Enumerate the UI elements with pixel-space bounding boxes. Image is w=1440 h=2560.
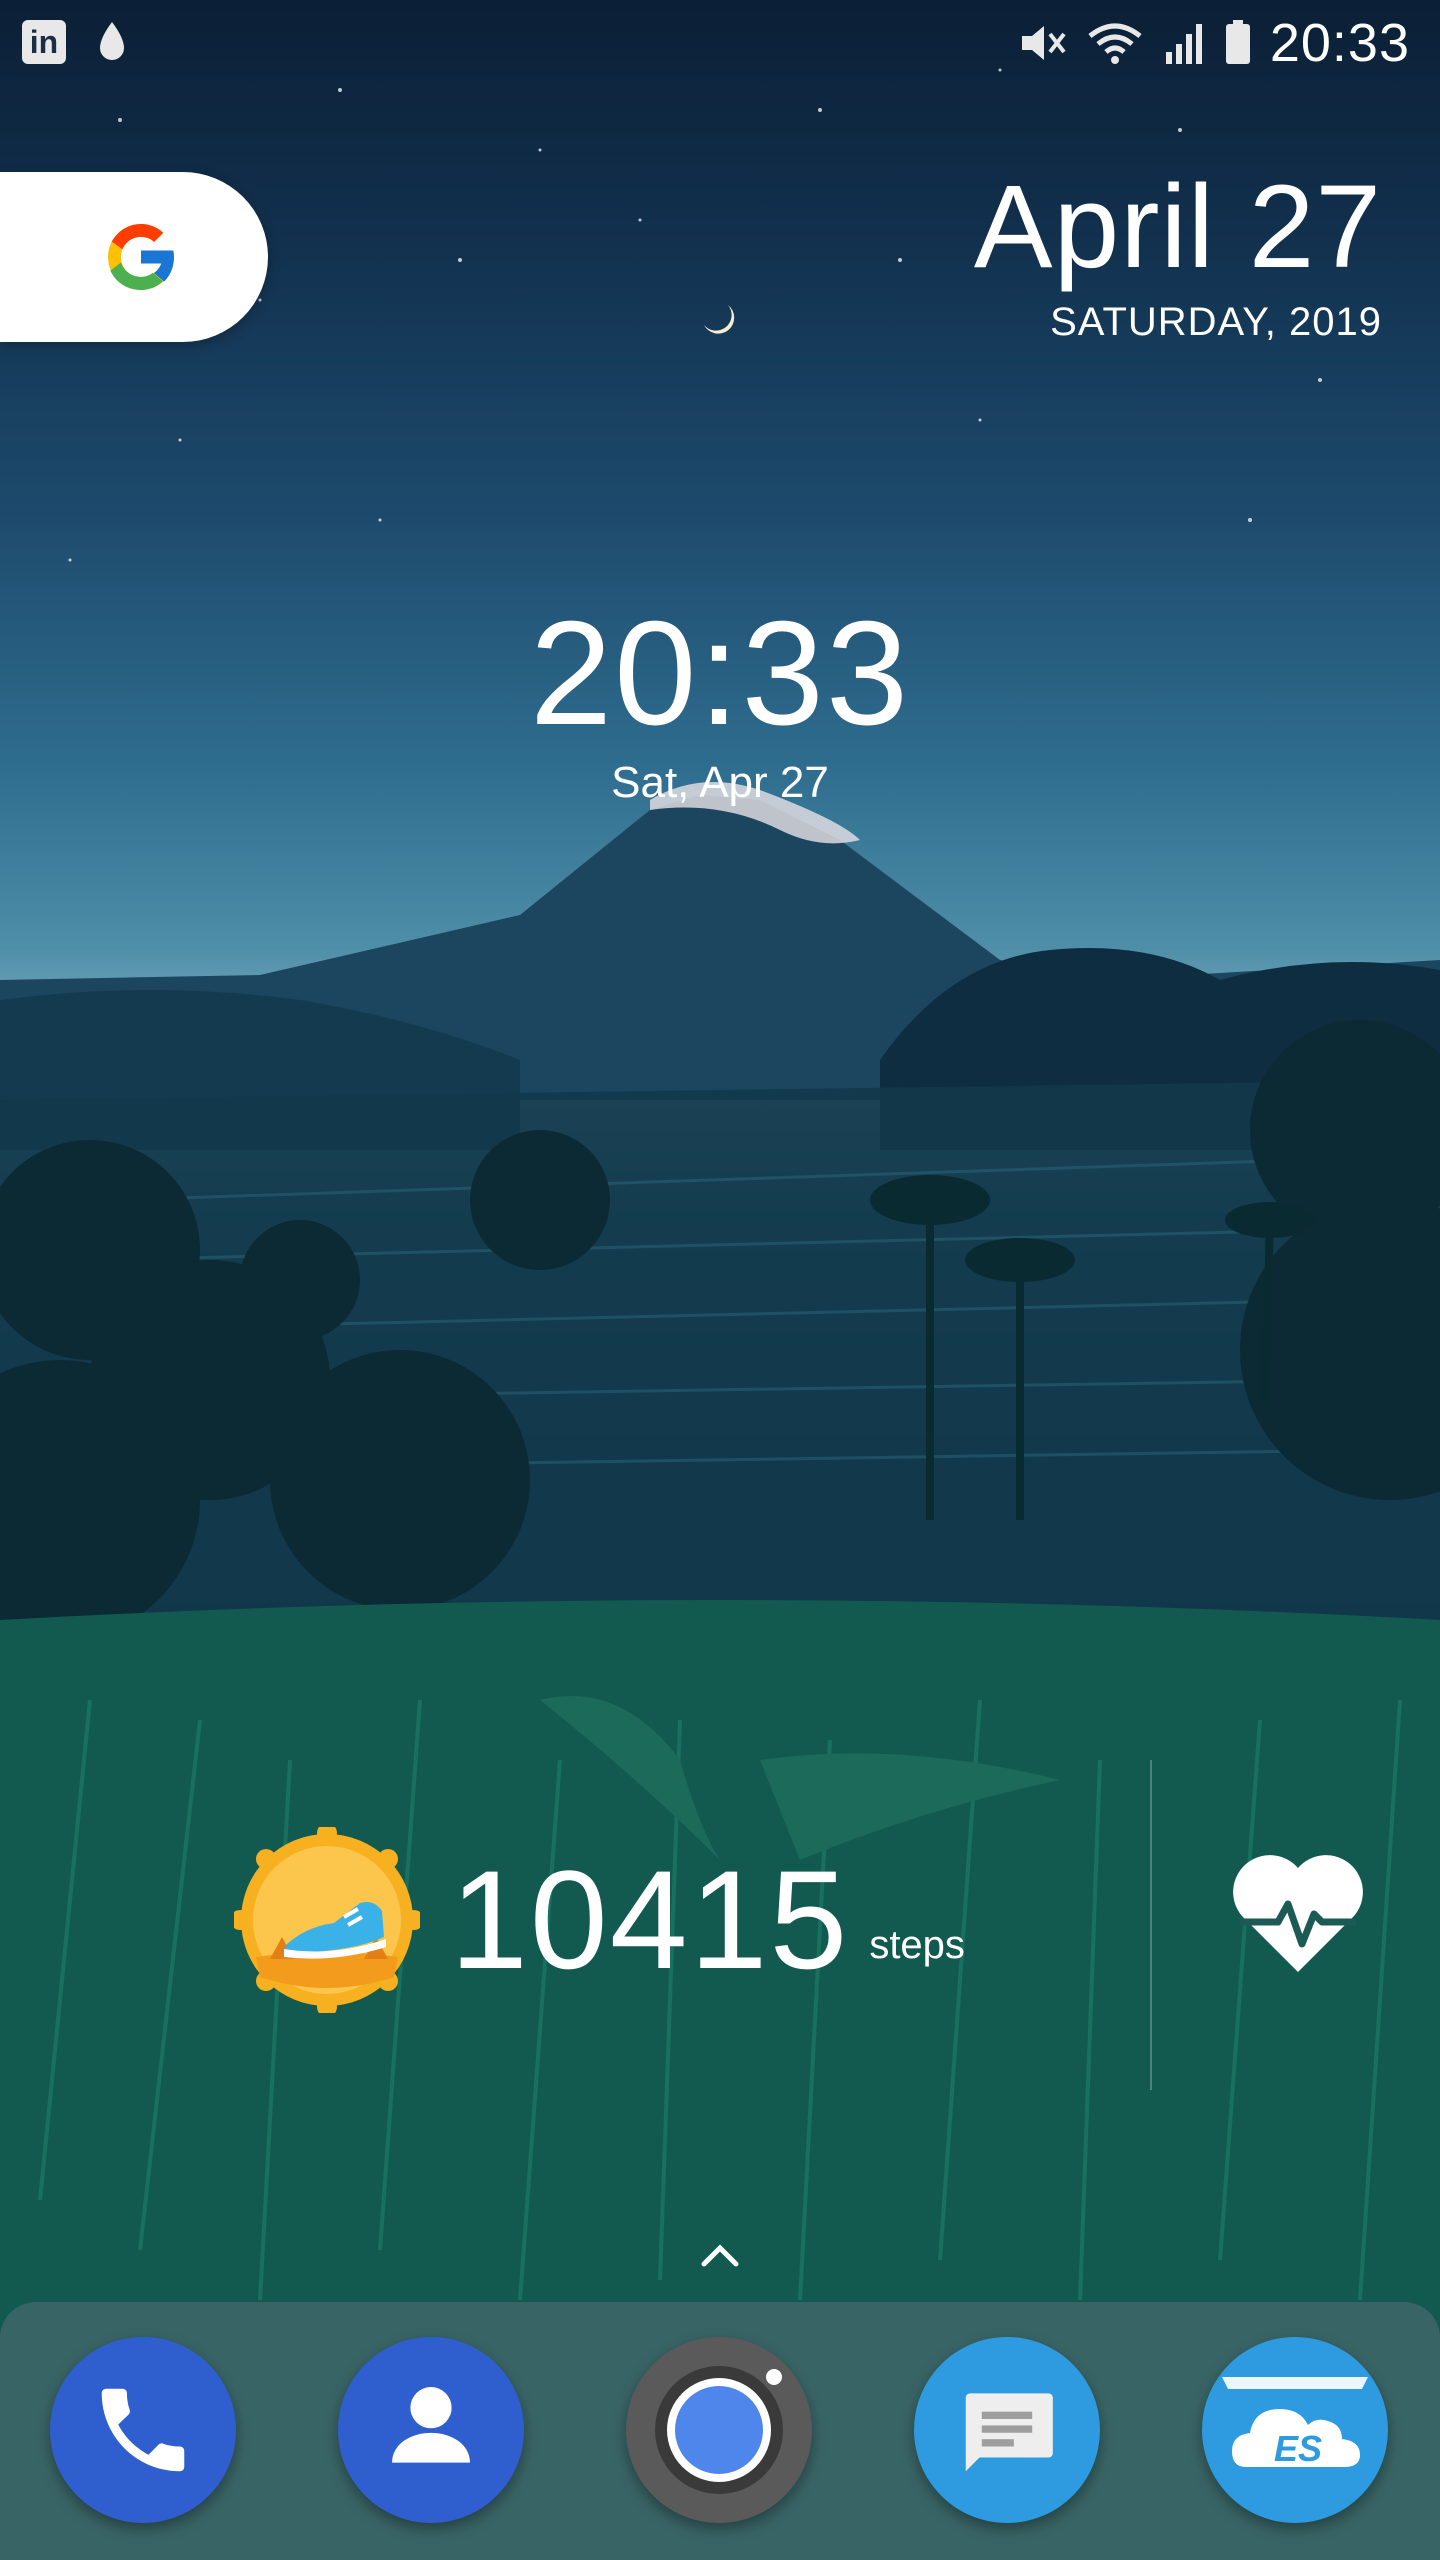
contacts-app[interactable] [338, 2337, 524, 2523]
sneaker-badge-icon [234, 1827, 420, 2013]
es-file-explorer-app[interactable]: ES [1202, 2337, 1388, 2523]
phone-icon [101, 2388, 185, 2472]
date-large: April 27 [973, 161, 1382, 293]
widget-divider [1150, 1760, 1152, 2090]
status-bar: in 20:33 [0, 0, 1440, 84]
heart-pulse-icon[interactable] [1228, 1852, 1368, 1976]
chevron-up-icon[interactable] [700, 2240, 740, 2268]
mute-icon [1021, 26, 1066, 60]
wifi-icon [1088, 23, 1142, 64]
messages-app[interactable] [914, 2337, 1100, 2523]
linkedin-icon: in [22, 20, 66, 64]
status-time: 20:33 [1269, 13, 1410, 73]
signal-icon [1165, 24, 1202, 64]
step-count: 10415 [450, 1841, 850, 1998]
clock-date: Sat, Apr 27 [611, 758, 829, 807]
messages-icon [965, 2393, 1053, 2472]
camera-app[interactable] [626, 2337, 812, 2523]
clock-time: 20:33 [529, 591, 911, 756]
drop-icon [100, 22, 124, 60]
date-weekday-year: SATURDAY, 2019 [1050, 300, 1382, 344]
clock-widget[interactable]: 20:33 Sat, Apr 27 [0, 600, 1440, 808]
app-dock: ES [0, 2302, 1440, 2560]
google-g-icon [108, 224, 177, 290]
step-counter-widget[interactable]: 10415 steps [234, 1820, 965, 2020]
wallpaper [0, 68, 1440, 2560]
contacts-icon [392, 2387, 470, 2463]
es-cloud-icon: ES [1222, 2377, 1368, 2469]
phone-app[interactable] [50, 2337, 236, 2523]
camera-icon [655, 2366, 783, 2494]
google-search-widget[interactable] [0, 172, 268, 342]
date-widget[interactable]: April 27 SATURDAY, 2019 [974, 168, 1382, 345]
es-logo-text: ES [1274, 2428, 1322, 2469]
step-unit: steps [869, 1922, 965, 1967]
battery-icon [1225, 20, 1250, 64]
